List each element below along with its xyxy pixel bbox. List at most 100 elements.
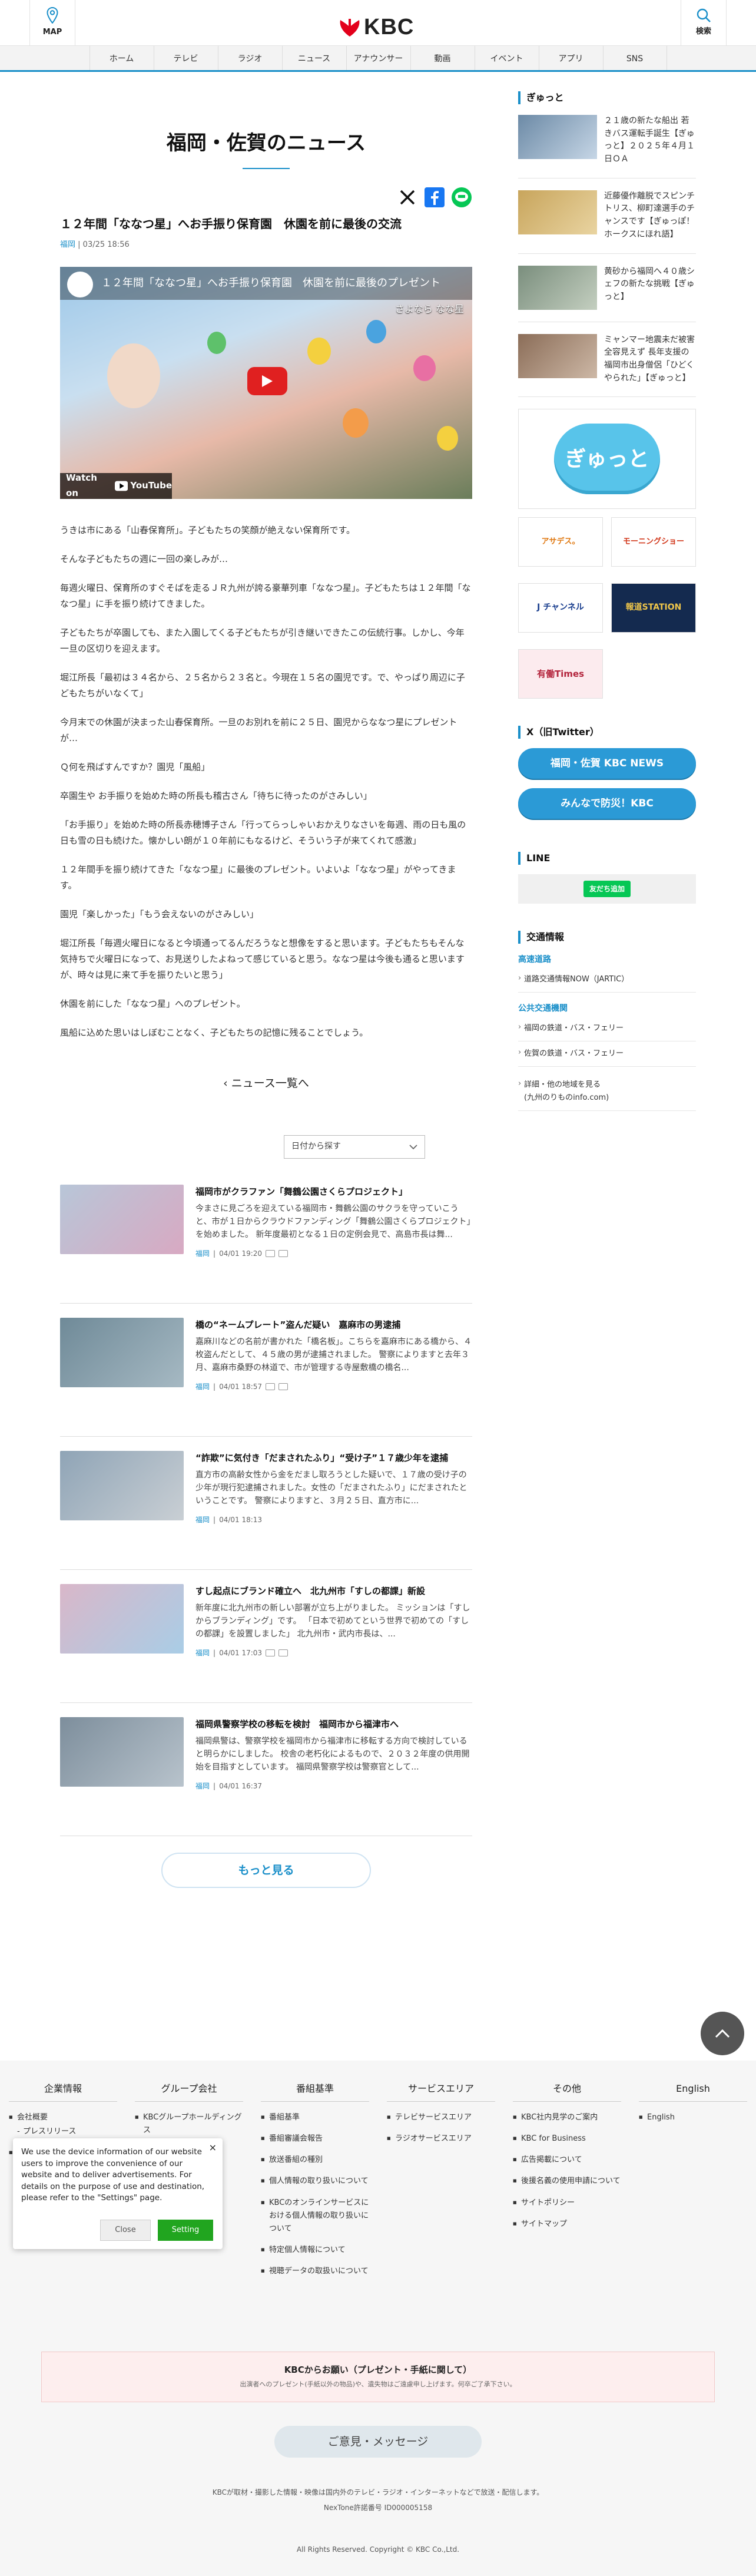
footer-link[interactable]: English xyxy=(639,2111,747,2124)
gyutto-item[interactable]: ミャンマー地震未だ被害全容見えず 長年支援の福岡市出身僧侶「ひどくやられた」【ぎ… xyxy=(518,333,696,398)
video-title-bar: １２年間「ななつ星」へお手振り保育園 休園を前に最後のプレゼント xyxy=(60,266,472,300)
news-list: 福岡市がクラファン「舞鶴公園さくらプロジェクト」 今まさに見ごろを迎えている福岡… xyxy=(60,1170,472,1837)
gyutto-main-banner[interactable]: ぎゅっと xyxy=(518,409,696,510)
youtube-label: YouTube xyxy=(130,480,172,491)
program-banner[interactable]: J チャンネル xyxy=(518,583,603,633)
date-select[interactable]: 日付から探す xyxy=(284,1135,425,1159)
footer-link-list: 番組基準番組審議会報告放送番組の種別個人情報の取り扱いについて KBCのオンライン… xyxy=(261,2111,369,2278)
nav-tv[interactable]: テレビ xyxy=(153,46,218,70)
main-content: 福岡・佐賀のニュース １２年間「ななつ星」へお手振り保育園 休園を前に最後の交流… xyxy=(60,74,472,1889)
footer-column: サービスエリアテレビサービスエリアラジオサービスエリア xyxy=(387,2081,495,2286)
video-player[interactable]: １２年間「ななつ星」へお手振り保育園 休園を前に最後のプレゼント さよなら なな… xyxy=(60,266,472,499)
kbc-logo[interactable]: KBC xyxy=(338,8,414,47)
news-item[interactable]: “詐欺”に気付き「だまされたふり」“受け子”１７歳少年を逮捕 直方市の高齢女性か… xyxy=(60,1437,472,1570)
gyutto-item[interactable]: 近藤優作離脱でスピンチトリス、柳町達選手のチャンスです【ぎゅっぽ！ホークスにほれ… xyxy=(518,190,696,254)
play-button[interactable] xyxy=(247,366,287,395)
news-meta: 福岡 | 04/01 18:57 xyxy=(195,1381,472,1393)
footer-link[interactable]: 視聴データの取扱いについて xyxy=(261,2265,369,2278)
scroll-to-top-button[interactable] xyxy=(701,2012,744,2055)
footer-link[interactable]: サイトマップ xyxy=(513,2218,621,2231)
news-item[interactable]: 橋の“ネームプレート”盗んだ疑い 嘉麻市の男逮捕 嘉麻川などの名前が書かれた「橋… xyxy=(60,1304,472,1437)
line-add-friend-button[interactable]: 友だち追加 xyxy=(583,881,631,898)
footer-link[interactable]: ラジオサービスエリア xyxy=(387,2132,495,2145)
news-title: すし起点にブランド確立へ 北九州市「すしの都課」新設 xyxy=(195,1586,426,1597)
news-title: 福岡県警察学校の移転を検討 福岡市から福津市へ xyxy=(195,1719,399,1730)
twitter-bousai-button[interactable]: みんなで防災！KBC xyxy=(518,788,696,819)
news-item[interactable]: すし起点にブランド確立へ 北九州市「すしの都課」新設 新年度に北九州市の新しい部… xyxy=(60,1570,472,1704)
footer-column: その他 KBC社内見学のご案内 KBC for Business 広告掲載について後援… xyxy=(513,2081,621,2286)
article-paragraph: 園児「楽しかった」「もう会えないのがさみしい」 xyxy=(60,908,259,920)
back-to-news-link[interactable]: ‹ ニュース一覧へ xyxy=(60,1074,472,1093)
footer-link[interactable]: 個人情報の取り扱いについて xyxy=(261,2175,369,2188)
footer-link[interactable]: 広告掲載について xyxy=(513,2154,621,2167)
program-banners: アサデス。 モーニングショー J チャンネル 報道STATION 有働Times xyxy=(518,517,696,707)
footer-column-title: グループ会社 xyxy=(135,2081,243,2102)
youtube-logo-icon xyxy=(115,481,128,491)
gyutto-item[interactable]: ２１歳の新たな船出 若きバス運転手誕生【ぎゅっと】２０２５年４月１日ＯＡ xyxy=(518,115,696,178)
article-source-link[interactable]: 福岡 xyxy=(60,240,75,249)
news-date: 04/01 18:13 xyxy=(219,1515,263,1524)
article-date: 03/25 18:56 xyxy=(82,240,130,249)
news-item-body: すし起点にブランド確立へ 北九州市「すしの都課」新設 新年度に北九州市の新しい部… xyxy=(195,1584,472,1667)
traffic-link[interactable]: 道路交通情報NOW（JARTIC） xyxy=(518,967,696,993)
program-banner[interactable]: 有働Times xyxy=(518,649,603,699)
traffic-link[interactable]: 佐賀の鉄道・バス・フェリー xyxy=(518,1041,696,1067)
load-more-button[interactable]: もっと見る xyxy=(161,1853,371,1889)
footer-link[interactable]: プレスリリース xyxy=(9,2125,117,2138)
footer-link[interactable]: 放送番組の種別 xyxy=(261,2154,369,2167)
reporter-figure xyxy=(107,343,160,408)
line-share-icon[interactable] xyxy=(451,187,472,208)
footer-link[interactable]: KBC for Business xyxy=(513,2132,621,2145)
news-source: 福岡 xyxy=(195,1781,210,1790)
watch-on-youtube[interactable]: Watch on YouTube xyxy=(60,472,172,499)
gyutto-item[interactable]: 黄砂から福岡へ４０歳シェフの新たな挑戦【ぎゅっと】 xyxy=(518,265,696,322)
meta-sep: | xyxy=(213,1382,216,1391)
global-nav: ホーム テレビ ラジオ ニュース アナウンサー 動画 イベント アプリ SNS xyxy=(0,46,756,72)
footer-link[interactable]: KBC社内見学のご案内 xyxy=(513,2111,621,2124)
cookie-setting-button[interactable]: Setting xyxy=(158,2220,213,2241)
nav-app[interactable]: アプリ xyxy=(538,46,603,70)
footer-link[interactable]: テレビサービスエリア xyxy=(387,2111,495,2124)
footer-link[interactable]: サイトポリシー xyxy=(513,2197,621,2210)
footer-link[interactable]: KBCグループホールディングス xyxy=(135,2111,243,2137)
map-button[interactable]: MAP xyxy=(29,0,75,46)
twitter-news-button[interactable]: 福岡・佐賀 KBC NEWS xyxy=(518,748,696,779)
footer-link[interactable]: 会社概要 xyxy=(9,2111,117,2124)
balloon-shape xyxy=(307,337,331,365)
nav-home[interactable]: ホーム xyxy=(89,46,154,70)
news-item[interactable]: 福岡県警察学校の移転を検討 福岡市から福津市へ 福岡県警は、警察学校を福岡市から… xyxy=(60,1703,472,1837)
news-thumbnail xyxy=(60,1584,184,1654)
present-notice[interactable]: KBCからお願い（プレゼント・手紙に関して） 出演者へのプレゼント(手紙以外の物… xyxy=(41,2352,715,2402)
footer-notes: KBCが取材・撮影した情報・映像は国内外のテレビ・ラジオ・インターネットなどで放… xyxy=(0,2485,756,2516)
footer-link[interactable]: 番組審議会報告 xyxy=(261,2132,369,2145)
nav-video[interactable]: 動画 xyxy=(410,46,475,70)
news-title: 福岡市がクラファン「舞鶴公園さくらプロジェクト」 xyxy=(195,1186,408,1198)
footer-link[interactable]: 後援名義の使用申請について xyxy=(513,2175,621,2188)
program-banner[interactable]: 報道STATION xyxy=(611,583,696,633)
nav-sns[interactable]: SNS xyxy=(602,46,667,70)
cookie-close-button[interactable]: Close xyxy=(100,2220,151,2241)
video-badge-icon xyxy=(266,1250,276,1258)
back-link-label: ニュース一覧へ xyxy=(231,1076,309,1090)
program-banner[interactable]: モーニングショー xyxy=(611,517,696,567)
footer-column-title: English xyxy=(639,2081,747,2102)
nav-announcer[interactable]: アナウンサー xyxy=(346,46,410,70)
copyright: All Rights Reserved. Copyright © KBC Co.… xyxy=(296,2545,460,2554)
share-buttons xyxy=(60,187,472,208)
facebook-share-icon[interactable] xyxy=(424,187,445,208)
footer-link[interactable]: KBCのオンラインサービスにおける個人情報の取り扱いについて xyxy=(261,2197,369,2236)
news-item[interactable]: 福岡市がクラファン「舞鶴公園さくらプロジェクト」 今まさに見ごろを迎えている福岡… xyxy=(60,1170,472,1304)
nav-radio[interactable]: ラジオ xyxy=(217,46,282,70)
traffic-more-link[interactable]: 詳細・他の地域を見る (九州のりものinfo.com) xyxy=(518,1073,696,1112)
nav-news[interactable]: ニュース xyxy=(281,46,346,70)
footer-link[interactable]: 特定個人情報について xyxy=(261,2244,369,2257)
opinion-button[interactable]: ご意見・メッセージ xyxy=(274,2426,482,2458)
x-share-icon[interactable] xyxy=(397,187,418,208)
program-banner[interactable]: アサデス。 xyxy=(518,517,603,567)
footer-column: English English xyxy=(639,2081,747,2286)
search-button[interactable]: 検索 xyxy=(681,0,727,46)
footer-link[interactable]: 番組基準 xyxy=(261,2111,369,2124)
close-icon[interactable]: × xyxy=(209,2141,217,2154)
traffic-link[interactable]: 福岡の鉄道・バス・フェリー xyxy=(518,1016,696,1042)
nav-event[interactable]: イベント xyxy=(474,46,539,70)
